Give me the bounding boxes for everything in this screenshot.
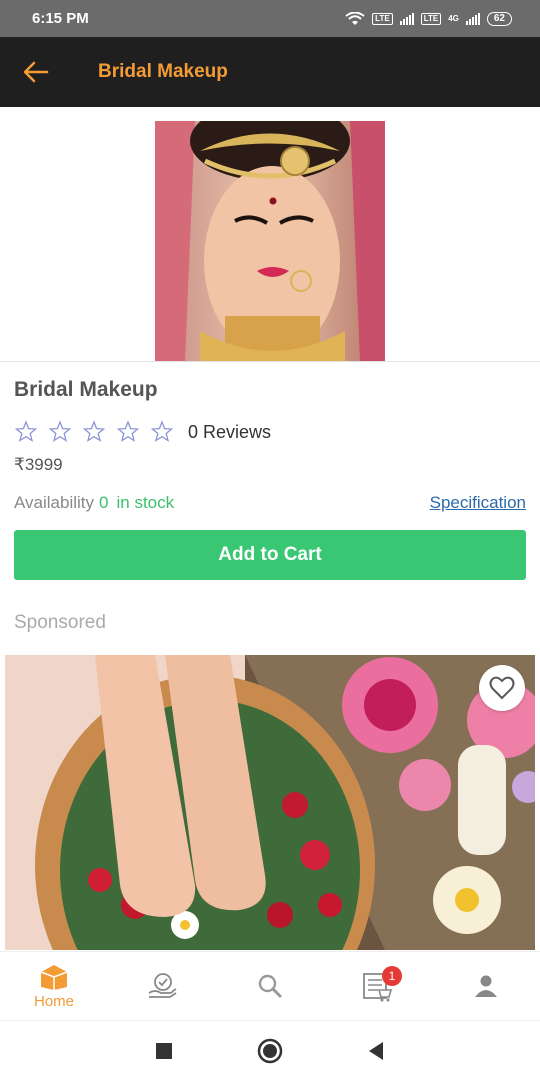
page-title: Bridal Makeup — [98, 61, 228, 82]
battery-indicator: 62 — [486, 11, 512, 26]
arrow-left-icon — [23, 61, 49, 83]
availability-status: in stock — [116, 493, 175, 512]
app-bar: Bridal Makeup — [0, 37, 540, 107]
product-name: Bridal Makeup — [14, 378, 158, 401]
star-empty-icon[interactable] — [150, 420, 174, 444]
nav-services[interactable] — [108, 952, 216, 1020]
bottom-nav: Home 1 — [0, 951, 540, 1020]
network-type: 4G — [448, 14, 459, 23]
product-image[interactable] — [155, 121, 385, 361]
profile-icon — [475, 975, 497, 997]
nav-home[interactable]: Home — [0, 952, 108, 1020]
star-empty-icon[interactable] — [116, 420, 140, 444]
nav-profile[interactable] — [432, 952, 540, 1020]
sponsored-banner[interactable] — [5, 655, 535, 950]
signal-icon — [399, 12, 414, 25]
nav-search[interactable] — [216, 952, 324, 1020]
system-nav — [0, 1020, 540, 1080]
reviews-count[interactable]: 0 Reviews — [188, 422, 271, 443]
availability-count: 0 — [99, 493, 109, 512]
search-icon — [258, 974, 282, 998]
status-bar: 6:15 PM LTE LTE 4G 62 — [0, 0, 540, 37]
recent-apps-icon[interactable] — [155, 1042, 173, 1060]
cart-badge: 1 — [382, 966, 402, 986]
star-empty-icon[interactable] — [82, 420, 106, 444]
star-empty-icon[interactable] — [48, 420, 72, 444]
specification-link[interactable]: Specification — [430, 493, 526, 513]
availability-row: Availability 0 in stock — [14, 493, 174, 513]
signal-icon-2 — [465, 12, 480, 25]
wifi-icon — [345, 11, 365, 25]
status-icons: LTE LTE 4G 62 — [345, 11, 512, 26]
back-triangle-icon[interactable] — [367, 1041, 385, 1061]
service-hand-icon — [148, 973, 177, 998]
lte-badge-2: LTE — [420, 12, 442, 25]
rating-row: 0 Reviews — [14, 420, 271, 444]
heart-icon — [489, 676, 515, 700]
back-button[interactable] — [6, 37, 66, 107]
star-empty-icon[interactable] — [14, 420, 38, 444]
status-time: 6:15 PM — [32, 10, 89, 27]
nav-home-label: Home — [33, 992, 74, 1010]
lte-badge: LTE — [372, 12, 393, 25]
sponsored-label: Sponsored — [14, 612, 106, 633]
nav-cart[interactable]: 1 — [324, 952, 432, 1020]
divider — [0, 361, 540, 362]
add-to-cart-button[interactable]: Add to Cart — [14, 530, 526, 580]
home-circle-icon[interactable] — [257, 1038, 283, 1064]
home-box-icon — [40, 964, 68, 990]
availability-label: Availability — [14, 493, 95, 512]
product-price: ₹3999 — [14, 455, 63, 474]
favorite-button[interactable] — [479, 665, 525, 711]
